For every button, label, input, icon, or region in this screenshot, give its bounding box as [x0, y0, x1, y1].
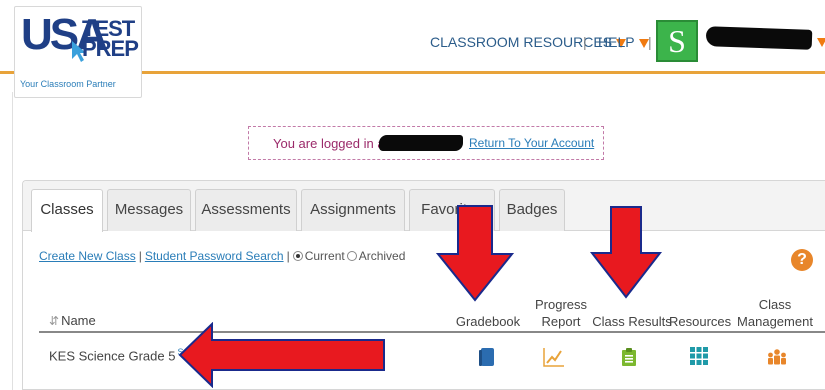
- logged-in-as-text: You are logged in as: [273, 136, 392, 151]
- nav-separator: |: [583, 34, 587, 50]
- link-separator: |: [138, 249, 142, 263]
- gradebook-column-header: Gradebook: [455, 314, 521, 329]
- people-icon[interactable]: [767, 349, 787, 365]
- class-actions-bar: Create New Class | Student Password Search…: [39, 249, 407, 263]
- student-password-search-link[interactable]: Student Password Search: [145, 249, 284, 263]
- tab-classes[interactable]: Classes: [31, 189, 103, 232]
- name-column-header[interactable]: ⇵ Name: [49, 313, 96, 328]
- management-header-line2: Management: [737, 314, 813, 329]
- return-to-account-link[interactable]: Return To Your Account: [469, 136, 594, 150]
- logo[interactable]: USA TEST PREP Your Classroom Partner: [14, 6, 142, 98]
- red-arrow-gradebook: [436, 205, 514, 302]
- classes-panel: Classes Messages Assessments Assignments…: [22, 180, 825, 390]
- progress-header-line1: Progress: [534, 297, 588, 312]
- help-question-icon[interactable]: ?: [791, 249, 813, 271]
- help-menu[interactable]: HELP: [598, 34, 649, 50]
- resources-column-header: Resources: [669, 314, 732, 329]
- archived-radio-label: Archived: [358, 249, 406, 263]
- class-row-name[interactable]: KES Science Grade 5S: [49, 347, 183, 363]
- name-header-label: Name: [61, 313, 96, 328]
- logo-prep-text: PREP: [82, 36, 139, 61]
- impersonation-bar: You are logged in as Return To Your Acco…: [248, 126, 604, 160]
- book-icon[interactable]: [478, 347, 496, 367]
- sort-icon: ⇵: [49, 314, 60, 328]
- progress-header-line2: Report: [541, 314, 581, 329]
- header-rule: [39, 331, 825, 333]
- current-radio[interactable]: [292, 251, 303, 261]
- current-radio-label: Current: [304, 249, 345, 263]
- link-separator: |: [286, 249, 290, 263]
- class-results-column-header: Class Results: [592, 314, 672, 329]
- tab-bar: Classes Messages Assessments Assignments…: [23, 181, 825, 232]
- user-avatar[interactable]: S: [656, 20, 698, 62]
- redacted-username[interactable]: [705, 26, 813, 50]
- redacted-account-name: [379, 135, 463, 151]
- user-menu-dropdown-icon[interactable]: [817, 38, 825, 47]
- progress-report-column-header: Progress Report: [531, 296, 591, 330]
- nav-separator: |: [648, 34, 652, 50]
- line-chart-icon[interactable]: [543, 347, 565, 367]
- grid-icon[interactable]: [690, 347, 708, 365]
- tab-assignments[interactable]: Assignments: [301, 189, 405, 231]
- top-header: USA TEST PREP Your Classroom Partner CLA…: [0, 0, 825, 98]
- tab-messages[interactable]: Messages: [107, 189, 191, 231]
- clipboard-icon[interactable]: [621, 347, 637, 367]
- class-name: KES Science Grade 5: [49, 348, 176, 364]
- help-label: HELP: [598, 34, 635, 50]
- red-arrow-class-results: [590, 206, 662, 299]
- class-management-column-header: Class Management: [735, 296, 815, 330]
- classroom-resources-menu[interactable]: CLASSROOM RESOURCES: [430, 34, 627, 50]
- management-header-line1: Class: [758, 297, 792, 312]
- tab-assessments[interactable]: Assessments: [195, 189, 297, 231]
- create-new-class-link[interactable]: Create New Class: [39, 249, 136, 263]
- archived-radio[interactable]: [346, 251, 357, 261]
- page-left-rule: [12, 92, 13, 390]
- red-arrow-class-name: [178, 322, 385, 388]
- logo-tagline: Your Classroom Partner: [20, 79, 116, 89]
